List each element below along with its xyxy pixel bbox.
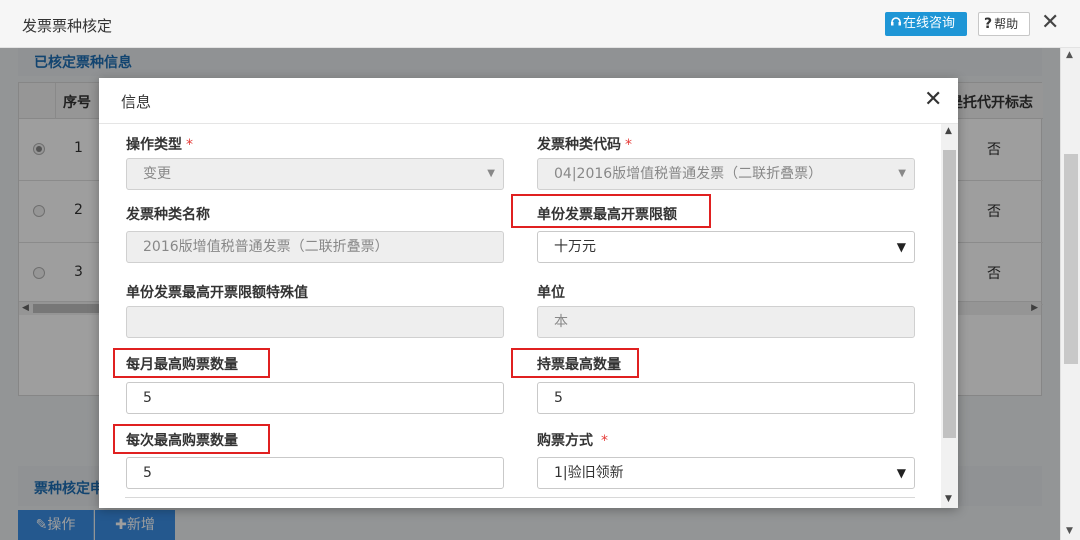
per-time-max-label: 每次最高购票数量 [126,433,238,449]
purchase-method-value: 1|验旧领新 [554,465,624,481]
chevron-down-icon: ▼ [896,240,906,254]
op-type-select[interactable]: 变更 ▼ [126,158,504,190]
online-consult-button[interactable]: 在线咨询 [885,12,967,36]
scroll-up-icon[interactable]: ▲ [1066,50,1073,60]
chevron-down-icon: ▼ [487,168,495,179]
required-mark: * [186,137,193,153]
info-modal: 信息 ✕ 操作类型 * 变更 ▼ 发票种类代码 * 04|2016版增值税普通发票（… [99,78,958,508]
monthly-max-label: 每月最高购票数量 [126,357,238,373]
max-amount-select[interactable]: 十万元 ▼ [537,231,915,263]
modal-title: 信息 [121,93,152,111]
op-type-label-text: 操作类型 [126,137,182,153]
invoice-name-field[interactable]: 2016版增值税普通发票（二联折叠票） [126,231,504,263]
scroll-up-icon[interactable]: ▲ [945,126,952,136]
scroll-down-icon[interactable]: ▼ [945,494,952,504]
required-mark: * [625,137,632,153]
op-type-label: 操作类型 * [126,134,193,154]
invoice-code-select[interactable]: 04|2016版增值税普通发票（二联折叠票） ▼ [537,158,915,190]
purchase-method-select[interactable]: 1|验旧领新 ▼ [537,457,915,489]
invoice-code-value: 04|2016版增值税普通发票（二联折叠票） [554,166,823,182]
invoice-name-label: 发票种类名称 [126,207,210,223]
holding-max-input[interactable]: 5 [537,382,915,414]
invoice-code-label-text: 发票种类代码 [537,137,621,153]
unit-field[interactable]: 本 [537,306,915,338]
monthly-max-input[interactable]: 5 [126,382,504,414]
modal-body: 操作类型 * 变更 ▼ 发票种类代码 * 04|2016版增值税普通发票（二联折叠票… [99,124,958,508]
window-title: 发票票种核定 [22,17,113,35]
modal-close-icon[interactable]: ✕ [924,87,942,113]
required-mark: * [601,433,608,449]
special-value-field[interactable] [126,306,504,338]
online-consult-label: 在线咨询 [903,16,956,31]
chevron-down-icon: ▼ [898,168,906,179]
outer-close-icon[interactable]: ✕ [1041,10,1059,36]
special-value-label: 单份发票最高开票限额特殊值 [126,285,308,301]
max-amount-label: 单份发票最高开票限额 [537,207,677,223]
modal-vertical-scrollbar[interactable]: ▲ ▼ [941,124,958,508]
scroll-thumb[interactable] [1064,154,1078,364]
max-amount-value: 十万元 [554,239,596,255]
per-time-max-input[interactable]: 5 [126,457,504,489]
invoice-code-label: 发票种类代码 * [537,134,632,154]
purchase-method-label-text: 购票方式 [537,433,593,449]
purchase-method-label: 购票方式 * [537,430,608,450]
unit-label: 单位 [537,285,565,301]
help-button[interactable]: ? 帮助 [978,12,1030,36]
divider [125,497,915,498]
help-label: 帮助 [994,17,1019,31]
question-icon: ? [984,16,993,32]
scroll-down-icon[interactable]: ▼ [1066,526,1073,536]
op-type-value: 变更 [143,166,171,182]
chevron-down-icon: ▼ [896,466,906,480]
modal-header: 信息 ✕ [99,78,958,124]
scroll-thumb[interactable] [943,150,956,438]
holding-max-label: 持票最高数量 [537,357,621,373]
outer-header: 发票票种核定 在线咨询 ? 帮助 ✕ [0,0,1080,48]
headset-icon [889,12,903,36]
outer-vertical-scrollbar[interactable]: ▲ ▼ [1060,48,1080,540]
